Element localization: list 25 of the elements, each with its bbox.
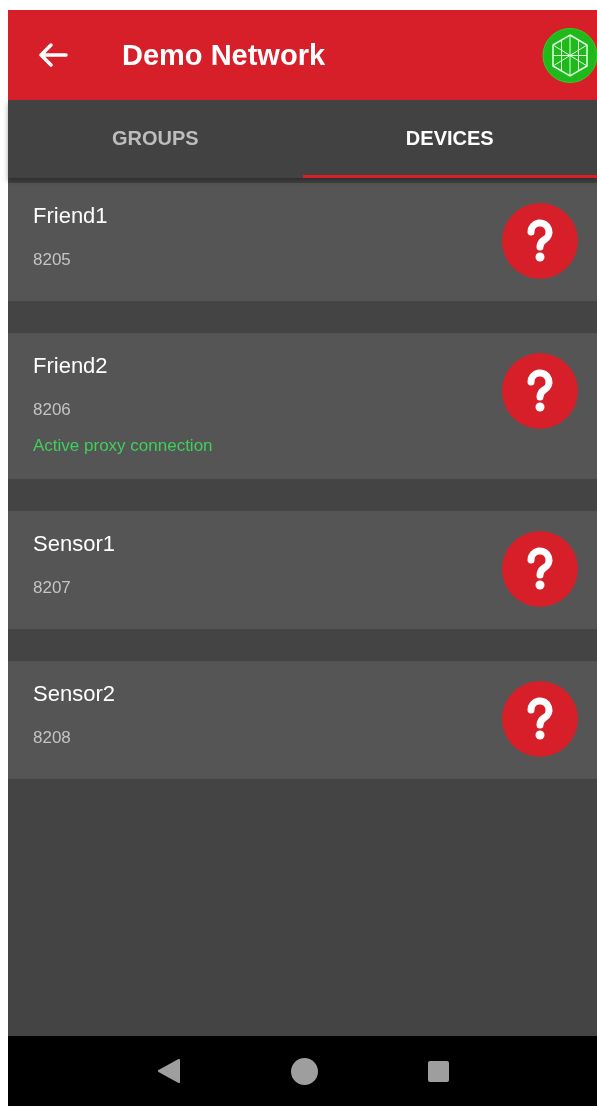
question-mark-icon (502, 353, 578, 429)
device-name: Friend2 (33, 353, 109, 379)
question-mark-icon (502, 531, 578, 607)
tab[interactable]: GROUPS (8, 100, 303, 178)
device-address: 8208 (33, 727, 72, 749)
back-icon[interactable] (156, 1058, 181, 1084)
device-address: 8205 (33, 249, 72, 271)
question-mark-icon (502, 203, 578, 279)
device-name: Friend1 (33, 203, 108, 229)
screen-title: Demo Network (122, 38, 326, 72)
device-card[interactable]: Sensor1 8207 (8, 511, 597, 629)
device-card[interactable]: Sensor2 8208 (8, 661, 597, 779)
device-name: Sensor2 (33, 681, 115, 707)
device-name: Sensor1 (33, 531, 115, 557)
back-arrow-icon[interactable] (38, 42, 68, 68)
tab[interactable]: DEVICES (302, 100, 597, 178)
device-address: 8207 (33, 577, 72, 599)
home-icon[interactable] (290, 1057, 318, 1085)
device-card[interactable]: Friend1 8205 (8, 183, 597, 301)
device-address: 8206 (33, 399, 72, 421)
device-card[interactable]: Friend2 8206 Active proxy connection (8, 333, 597, 479)
question-mark-icon (502, 681, 578, 757)
recents-icon[interactable] (427, 1060, 449, 1082)
connection-status: Active proxy connection (33, 435, 213, 457)
hexagon-grid-icon (540, 27, 597, 84)
